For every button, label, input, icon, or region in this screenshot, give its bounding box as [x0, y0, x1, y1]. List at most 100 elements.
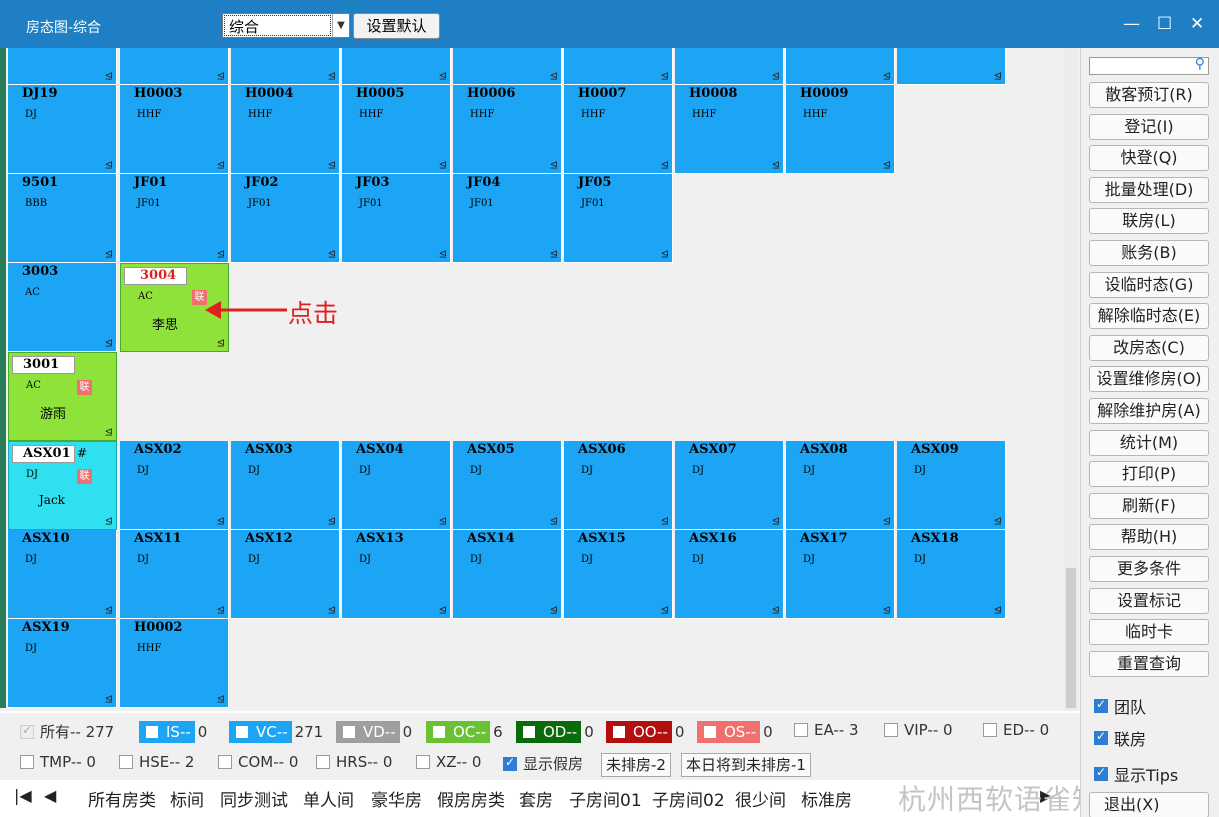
action-button[interactable]: 刷新(F) [1089, 492, 1209, 519]
view-select[interactable]: 综合 ▼ [222, 13, 350, 38]
tab-room-type[interactable]: 单人间 [303, 786, 354, 811]
action-button[interactable]: 帮助(H) [1089, 524, 1209, 551]
action-button[interactable]: 账务(B) [1089, 240, 1209, 266]
action-button[interactable]: 改房态(C) [1089, 334, 1209, 361]
room-tile[interactable]: JF05 JF01 ⊴ [564, 174, 673, 263]
option-linked[interactable]: 联房 [1094, 726, 1146, 750]
room-tile-partial[interactable]: ⊴ [786, 48, 895, 85]
filter-ed[interactable]: ED-- 0 [983, 721, 1049, 739]
filter-ea[interactable]: EA-- 3 [794, 721, 859, 739]
all-checkbox[interactable] [20, 723, 34, 739]
tab-room-type[interactable]: 套房 [519, 786, 553, 811]
action-button[interactable]: 登记(I) [1089, 113, 1209, 140]
tab-room-type[interactable]: 所有房类 [88, 786, 156, 811]
show-fake-rooms[interactable]: 显示假房 [503, 753, 583, 774]
action-button[interactable]: 联房(L) [1089, 208, 1209, 235]
room-tile[interactable]: H0008 HHF ⊴ [675, 85, 784, 174]
filter-hrs[interactable]: HRS-- 0 [316, 753, 392, 771]
filter-od[interactable]: OD-- 0 [516, 721, 594, 743]
room-tile[interactable]: H0009 HHF ⊴ [786, 85, 895, 174]
room-tile[interactable]: ASX18 DJ ⊴ [897, 530, 1006, 619]
tab-room-type[interactable]: 标间 [170, 786, 204, 811]
room-tile[interactable]: ASX07 DJ ⊴ [675, 441, 784, 530]
room-tile-partial[interactable]: ⊴ [564, 48, 673, 85]
option-team[interactable]: 团队 [1094, 694, 1146, 718]
room-tile[interactable]: ASX06 DJ ⊴ [564, 441, 673, 530]
filter-oo[interactable]: OO-- 0 [606, 721, 684, 743]
filter-vip[interactable]: VIP-- 0 [884, 721, 953, 739]
room-tile[interactable]: ASX15 DJ ⊴ [564, 530, 673, 619]
tab-room-type[interactable]: 子房间01 [569, 786, 642, 811]
room-tile[interactable]: JF01 JF01 ⊴ [120, 174, 229, 263]
exit-button[interactable]: 退出(X) [1089, 792, 1209, 817]
unassigned-button[interactable]: 未排房-2 [601, 753, 671, 777]
room-tile[interactable]: JF02 JF01 ⊴ [231, 174, 340, 263]
tab-room-type[interactable]: 同步测试 [220, 786, 288, 811]
tab-room-type[interactable]: 子房间02 [652, 786, 725, 811]
filter-vc[interactable]: VC-- 271 [229, 721, 323, 743]
room-tile[interactable]: ASX08 DJ ⊴ [786, 441, 895, 530]
room-tile[interactable]: 9501 BBB ⊴ [8, 174, 117, 263]
room-tile[interactable]: ASX13 DJ ⊴ [342, 530, 451, 619]
minimize-icon[interactable]: — [1123, 14, 1140, 34]
tab-room-type[interactable]: 很少间 [735, 786, 786, 811]
action-button[interactable]: 重置查询 [1089, 650, 1209, 677]
room-tile-partial[interactable]: ⊴ [120, 48, 229, 85]
filter-all[interactable]: 所有-- 277 [20, 721, 114, 742]
search-input[interactable]: ⚲ [1089, 56, 1209, 75]
first-page-icon[interactable]: |◀ [14, 786, 32, 805]
filter-vd[interactable]: VD-- 0 [336, 721, 412, 743]
room-tile-partial[interactable]: ⊴ [897, 48, 1006, 85]
room-tile[interactable]: ASX12 DJ ⊴ [231, 530, 340, 619]
room-tile[interactable]: H0005 HHF ⊴ [342, 85, 451, 174]
room-tile[interactable]: 3003 AC ⊴ [8, 263, 117, 352]
arriving-unassigned-button[interactable]: 本日将到未排房-1 [681, 753, 811, 777]
room-tile[interactable]: ASX03 DJ ⊴ [231, 441, 340, 530]
room-tile[interactable]: ASX19 DJ ⊴ [8, 619, 117, 708]
search-icon[interactable]: ⚲ [1195, 56, 1205, 72]
room-tile[interactable]: ASX04 DJ ⊴ [342, 441, 451, 530]
close-icon[interactable]: ✕ [1190, 14, 1204, 34]
vertical-scrollbar[interactable] [1064, 48, 1078, 711]
chevron-down-icon[interactable]: ▼ [332, 14, 349, 37]
room-tile-partial[interactable]: ⊴ [342, 48, 451, 85]
tab-room-type[interactable]: 假房房类 [437, 786, 505, 811]
room-tile[interactable]: JF03 JF01 ⊴ [342, 174, 451, 263]
action-button[interactable]: 散客预订(R) [1089, 82, 1209, 108]
room-tile[interactable]: H0002 HHF ⊴ [120, 619, 229, 708]
room-tile[interactable]: ASX17 DJ ⊴ [786, 530, 895, 619]
action-button[interactable]: 快登(Q) [1089, 145, 1209, 172]
room-tile[interactable]: ASX02 DJ ⊴ [120, 441, 229, 530]
room-tile-partial[interactable]: ⊴ [453, 48, 562, 85]
prev-page-icon[interactable]: ◀ [44, 786, 56, 805]
action-button[interactable]: 设临时态(G) [1089, 271, 1209, 298]
action-button[interactable]: 打印(P) [1089, 461, 1209, 488]
tab-room-type[interactable]: 标准房 [801, 786, 852, 811]
room-tile[interactable]: ASX09 DJ ⊴ [897, 441, 1006, 530]
room-tile[interactable]: JF04 JF01 ⊴ [453, 174, 562, 263]
room-tile[interactable]: ASX11 DJ ⊴ [120, 530, 229, 619]
room-tile[interactable]: ASX10 DJ ⊴ [8, 530, 117, 619]
action-button[interactable]: 批量处理(D) [1089, 176, 1209, 203]
room-tile[interactable]: ASX14 DJ ⊴ [453, 530, 562, 619]
set-default-button[interactable]: 设置默认 [353, 13, 440, 39]
room-tile[interactable]: H0004 HHF ⊴ [231, 85, 340, 174]
room-tile[interactable]: DJ19 DJ ⊴ [8, 85, 117, 174]
filter-xz[interactable]: XZ-- 0 [416, 753, 481, 771]
filter-tmp[interactable]: TMP-- 0 [20, 753, 96, 771]
room-tile[interactable]: H0007 HHF ⊴ [564, 85, 673, 174]
maximize-icon[interactable]: ☐ [1157, 14, 1172, 34]
room-tile[interactable]: ASX05 DJ ⊴ [453, 441, 562, 530]
action-button[interactable]: 更多条件 [1089, 556, 1209, 582]
action-button[interactable]: 统计(M) [1089, 429, 1209, 456]
tab-room-type[interactable]: 豪华房 [371, 786, 422, 811]
room-tile[interactable]: ASX16 DJ ⊴ [675, 530, 784, 619]
action-button[interactable]: 解除维护房(A) [1089, 398, 1209, 424]
room-tile[interactable]: H0003 HHF ⊴ [120, 85, 229, 174]
action-button[interactable]: 设置维修房(O) [1089, 366, 1209, 393]
filter-is[interactable]: IS-- 0 [139, 721, 207, 743]
filter-oc[interactable]: OC-- 6 [426, 721, 503, 743]
room-tile[interactable]: ASX01 DJ 联 Jack # ⊴ [8, 441, 117, 530]
room-tile[interactable]: 3001 AC 联游雨 ⊴ [8, 352, 117, 441]
room-tile-partial[interactable]: ⊴ [231, 48, 340, 85]
